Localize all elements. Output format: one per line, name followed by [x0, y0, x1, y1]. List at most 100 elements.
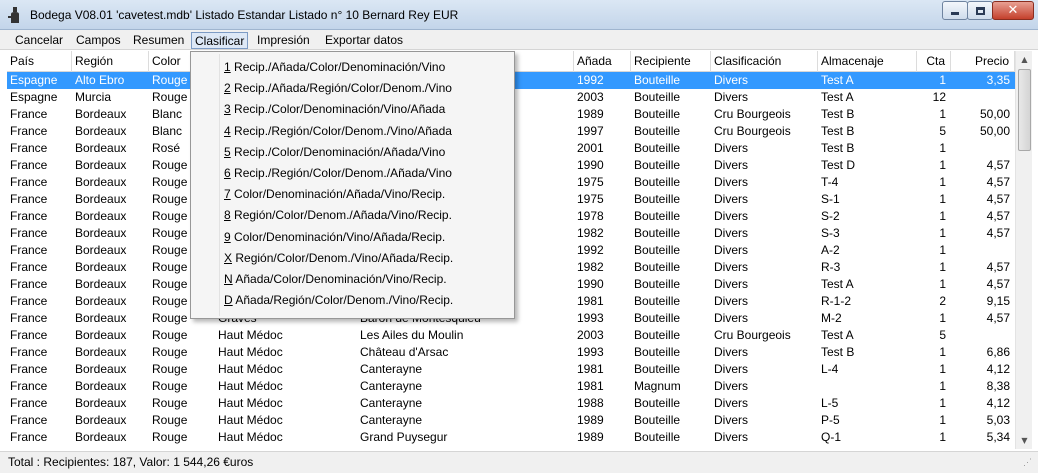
- menu-clasificar[interactable]: Clasificar: [191, 32, 249, 49]
- cell-recipiente: Bouteille: [634, 277, 681, 291]
- cell-clasificacion: Divers: [714, 260, 749, 274]
- table-row[interactable]: France Bordeaux Rouge Haut Médoc Canterayne 1…: [7, 412, 1015, 429]
- sort-option-label: Región/Color/Denom./Añada/Vino/Recip.: [230, 208, 452, 223]
- sort-option-3[interactable]: 3 Recip./Color/Denominación/Vino/Añada: [224, 99, 445, 119]
- menu-exportar-datos[interactable]: Exportar datos: [322, 32, 406, 49]
- sort-option-6[interactable]: 6 Recip./Región/Color/Denom./Añada/Vino: [224, 163, 452, 183]
- menu-impresion[interactable]: Impresión: [254, 32, 313, 49]
- sort-option-4[interactable]: 4 Recip./Región/Color/Denom./Vino/Añada: [224, 121, 452, 141]
- cell-precio: 4,57: [986, 158, 1010, 172]
- column-header-region[interactable]: Región: [72, 51, 149, 72]
- cell-precio: 8,38: [986, 379, 1010, 393]
- cell-recipiente: Bouteille: [634, 158, 681, 172]
- cell-pais: France: [10, 345, 48, 359]
- cell-cta: 1: [939, 107, 946, 121]
- cell-precio: 4,57: [986, 209, 1010, 223]
- table-row[interactable]: France Bordeaux Rouge Haut Médoc Canterayne 1…: [7, 395, 1015, 412]
- column-header-almacenaje[interactable]: Almacenaje: [818, 51, 917, 72]
- sort-option-label: Color/Denominación/Vino/Añada/Recip.: [230, 229, 446, 244]
- column-header-recipiente[interactable]: Recipiente: [631, 51, 711, 72]
- cell-anada: 2003: [577, 90, 604, 104]
- cell-clasificacion: Divers: [714, 226, 749, 240]
- sort-option-5[interactable]: 5 Recip./Color/Denominación/Añada/Vino: [224, 142, 445, 162]
- cell-denominacion: Haut Médoc: [218, 379, 283, 393]
- sort-option-2[interactable]: 2 Recip./Añada/Región/Color/Denom./Vino: [224, 78, 452, 98]
- sort-option-n[interactable]: N Añada/Color/Denominación/Vino/Recip.: [224, 269, 447, 289]
- sort-option-key: 7: [224, 187, 231, 202]
- cell-region: Bordeaux: [75, 260, 127, 274]
- scroll-down-icon[interactable]: ▼: [1016, 432, 1033, 449]
- cell-anada: 1988: [577, 396, 604, 410]
- cell-recipiente: Bouteille: [634, 430, 681, 444]
- cell-vino: Canterayne: [360, 396, 423, 410]
- sort-option-key: 1: [224, 60, 231, 74]
- scroll-up-icon[interactable]: ▲: [1016, 51, 1033, 68]
- sort-option-1[interactable]: 1 Recip./Añada/Color/Denominación/Vino: [224, 57, 445, 77]
- cell-cta: 1: [939, 226, 946, 240]
- sort-option-9[interactable]: 9 Color/Denominación/Vino/Añada/Recip.: [224, 227, 445, 247]
- cell-cta: 5: [939, 328, 946, 342]
- cell-pais: France: [10, 396, 48, 410]
- cell-almacenaje: A-2: [821, 243, 840, 257]
- status-bar: Total : Recipientes: 187, Valor: 1 544,2…: [0, 451, 1038, 473]
- vertical-scrollbar[interactable]: ▲ ▼: [1015, 51, 1032, 449]
- cell-clasificacion: Divers: [714, 311, 749, 325]
- sort-option-7[interactable]: 7 Color/Denominación/Añada/Vino/Recip.: [224, 184, 445, 204]
- maximize-icon: [975, 6, 985, 15]
- sort-option-key: 9: [224, 229, 231, 244]
- cell-region: Bordeaux: [75, 243, 127, 257]
- table-row[interactable]: France Bordeaux Rouge Haut Médoc Les Ailes d…: [7, 327, 1015, 344]
- cell-color: Rouge: [152, 379, 188, 393]
- cell-anada: 1997: [577, 124, 604, 138]
- cell-anada: 1982: [577, 260, 604, 274]
- cell-region: Bordeaux: [75, 124, 127, 138]
- cell-region: Bordeaux: [75, 379, 127, 393]
- sort-option-x[interactable]: X Región/Color/Denom./Vino/Añada/Recip.: [224, 248, 453, 268]
- cell-anada: 1975: [577, 192, 604, 206]
- title-bar[interactable]: Bodega V08.01 'cavetest.mdb' Listado Est…: [0, 0, 1038, 30]
- scrollbar-thumb[interactable]: [1018, 69, 1031, 151]
- cell-recipiente: Bouteille: [634, 328, 681, 342]
- column-header-precio[interactable]: Precio: [951, 51, 1015, 72]
- cell-denominacion: Haut Médoc: [218, 396, 283, 410]
- close-button[interactable]: ✕: [992, 1, 1034, 20]
- cell-almacenaje: Test B: [821, 107, 855, 121]
- menu-cancelar[interactable]: Cancelar: [12, 32, 66, 49]
- column-header-pais[interactable]: País: [7, 51, 72, 72]
- column-header-clasificacion[interactable]: Clasificación: [711, 51, 818, 72]
- sort-option-key: D: [224, 293, 233, 308]
- cell-almacenaje: L-5: [821, 396, 839, 410]
- menu-campos[interactable]: Campos: [73, 32, 124, 49]
- cell-clasificacion: Divers: [714, 345, 749, 359]
- maximize-button[interactable]: [967, 1, 993, 20]
- sort-option-d[interactable]: D Añada/Región/Color/Denom./Vino/Recip.: [224, 290, 453, 310]
- cell-vino: Canterayne: [360, 362, 423, 376]
- cell-anada: 1990: [577, 277, 604, 291]
- column-header-anada[interactable]: Añada: [574, 51, 631, 72]
- resize-grip-icon[interactable]: ⋰: [1023, 458, 1035, 470]
- sort-option-8[interactable]: 8 Región/Color/Denom./Añada/Vino/Recip.: [224, 205, 452, 225]
- sort-option-label: Región/Color/Denom./Vino/Añada/Recip.: [232, 250, 454, 265]
- cell-color: Rouge: [152, 345, 188, 359]
- cell-almacenaje: S-3: [821, 226, 840, 240]
- cell-pais: France: [10, 413, 48, 427]
- cell-denominacion: Haut Médoc: [218, 362, 283, 376]
- minimize-button[interactable]: [942, 1, 968, 20]
- cell-denominacion: Haut Médoc: [218, 413, 283, 427]
- cell-region: Alto Ebro: [75, 73, 125, 87]
- cell-color: Rouge: [152, 430, 188, 444]
- table-row[interactable]: France Bordeaux Rouge Haut Médoc Grand Puyse…: [7, 429, 1015, 446]
- column-header-cta[interactable]: Cta: [917, 51, 951, 72]
- cell-region: Bordeaux: [75, 192, 127, 206]
- cell-clasificacion: Divers: [714, 243, 749, 257]
- table-row[interactable]: France Bordeaux Rouge Haut Médoc Château d'A…: [7, 344, 1015, 361]
- cell-pais: France: [10, 158, 48, 172]
- cell-anada: 1975: [577, 175, 604, 189]
- cell-color: Rouge: [152, 362, 188, 376]
- table-row[interactable]: France Bordeaux Rouge Haut Médoc Canterayne 1…: [7, 361, 1015, 378]
- menu-resumen[interactable]: Resumen: [130, 32, 187, 49]
- cell-cta: 1: [939, 192, 946, 206]
- table-row[interactable]: France Bordeaux Rouge Haut Médoc Canterayne 1…: [7, 378, 1015, 395]
- cell-recipiente: Bouteille: [634, 192, 681, 206]
- cell-almacenaje: Test B: [821, 124, 855, 138]
